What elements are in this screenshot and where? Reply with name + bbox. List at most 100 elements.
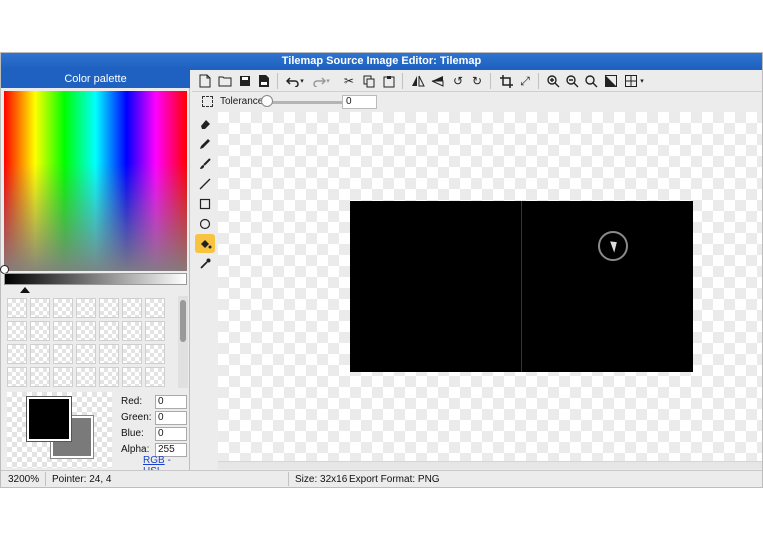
rectangle-icon[interactable] [195,194,215,213]
palette-swatch[interactable] [30,367,50,387]
pencil-icon[interactable] [195,134,215,153]
green-label: Green: [121,412,152,423]
new-file-icon[interactable] [196,72,214,90]
palette-swatch[interactable] [122,298,142,318]
rotate-right-icon[interactable]: ↻ [468,72,486,90]
swatch-scrollbar[interactable] [178,296,188,388]
ellipse-icon[interactable] [195,214,215,233]
selection-icon[interactable] [202,96,213,107]
rgb-mode-link[interactable]: RGB [143,455,165,466]
palette-swatch[interactable] [145,367,165,387]
palette-swatch[interactable] [99,367,119,387]
status-separator [288,472,289,486]
tool-options-bar: Tolerance 0 [192,93,762,111]
line-icon[interactable] [195,174,215,193]
toolbar-separator [490,73,491,89]
brush-icon[interactable] [195,154,215,173]
zoom-out-icon[interactable] [563,72,581,90]
tolerance-slider-handle[interactable] [261,95,273,107]
primary-color-swatch[interactable] [26,396,72,442]
color-preview [7,392,112,468]
color-spectrum[interactable] [0,91,187,274]
export-format: Export Format: PNG [349,474,440,485]
save-icon[interactable] [236,72,254,90]
palette-swatch[interactable] [53,344,73,364]
tilemap-editor-window: Tilemap Source Image Editor: Tilemap Col… [0,52,763,488]
undo-dropdown-icon[interactable]: ▾ [298,72,306,90]
blue-input[interactable]: 0 [155,427,187,441]
toolbar-separator [538,73,539,89]
tolerance-slider[interactable] [264,101,344,104]
toolbar-separator [277,73,278,89]
palette-swatch[interactable] [145,298,165,318]
palette-swatch[interactable] [30,321,50,341]
mode-separator: - [167,455,171,466]
redo-dropdown-icon[interactable]: ▾ [324,72,332,90]
palette-swatch[interactable] [53,298,73,318]
drawing-tools [194,112,216,464]
palette-swatch[interactable] [76,298,96,318]
swatch-scroll-thumb[interactable] [180,300,186,342]
palette-swatch[interactable] [76,344,96,364]
brightness-marker[interactable] [20,287,30,293]
red-label: Red: [121,396,143,407]
red-input[interactable]: 0 [155,395,187,409]
flip-horizontal-icon[interactable] [409,72,427,90]
palette-swatch[interactable] [30,344,50,364]
status-bar: 3200% Pointer: 24, 4 Size: 32x16 Export … [1,470,762,487]
pointer-position: Pointer: 24, 4 [52,474,112,485]
palette-swatch[interactable] [53,321,73,341]
palette-swatch[interactable] [7,367,27,387]
palette-swatch[interactable] [145,321,165,341]
palette-header: Color palette [1,70,190,88]
contrast-icon[interactable] [602,72,620,90]
copy-icon[interactable] [360,72,378,90]
tilemap-image[interactable] [350,201,693,372]
canvas-scrollbar[interactable] [218,461,762,469]
palette-swatch[interactable] [122,344,142,364]
status-separator [45,472,46,486]
swatch-grid [7,298,169,388]
alpha-label: Alpha: [121,444,150,455]
editor-canvas[interactable] [218,112,762,461]
palette-swatch[interactable] [7,344,27,364]
paste-icon[interactable] [380,72,398,90]
palette-swatch[interactable] [76,321,96,341]
open-folder-icon[interactable] [216,72,234,90]
window-title: Tilemap Source Image Editor: Tilemap [1,53,762,70]
save-as-icon[interactable] [255,72,273,90]
palette-swatch[interactable] [7,298,27,318]
eraser-icon[interactable] [195,114,215,133]
zoom-level: 3200% [8,474,40,485]
grid-dropdown-icon[interactable]: ▾ [638,72,646,90]
color-palette-panel: Color palette Red: 0 Green: 0 Blue: 0 Al… [0,70,190,477]
cut-icon[interactable]: ✂ [340,72,358,90]
eyedropper-icon[interactable] [195,254,215,273]
green-input[interactable]: 0 [155,411,187,425]
tolerance-input[interactable]: 0 [342,95,377,109]
palette-swatch[interactable] [99,344,119,364]
crop-icon[interactable] [497,72,515,90]
zoom-in-icon[interactable] [544,72,562,90]
palette-swatch[interactable] [99,321,119,341]
palette-swatch[interactable] [122,367,142,387]
resize-icon[interactable]: ⤢ [516,72,534,90]
zoom-reset-icon[interactable] [582,72,600,90]
rotate-left-icon[interactable]: ↺ [449,72,467,90]
palette-swatch[interactable] [7,321,27,341]
brightness-bar[interactable] [4,273,187,285]
palette-swatch[interactable] [53,367,73,387]
toolbar-separator [402,73,403,89]
blue-label: Blue: [121,428,144,439]
tile-divider [521,201,522,372]
palette-swatch[interactable] [30,298,50,318]
palette-swatch[interactable] [122,321,142,341]
palette-swatch[interactable] [76,367,96,387]
tolerance-label: Tolerance [220,96,264,107]
palette-swatch[interactable] [99,298,119,318]
fill-bucket-icon[interactable] [195,234,215,253]
main-toolbar: ▾ ▾ ✂ ↺ ↻ ⤢ ▾ [192,70,762,92]
image-size: Size: 32x16 [295,474,348,485]
flip-vertical-icon[interactable] [429,72,447,90]
palette-swatch[interactable] [145,344,165,364]
